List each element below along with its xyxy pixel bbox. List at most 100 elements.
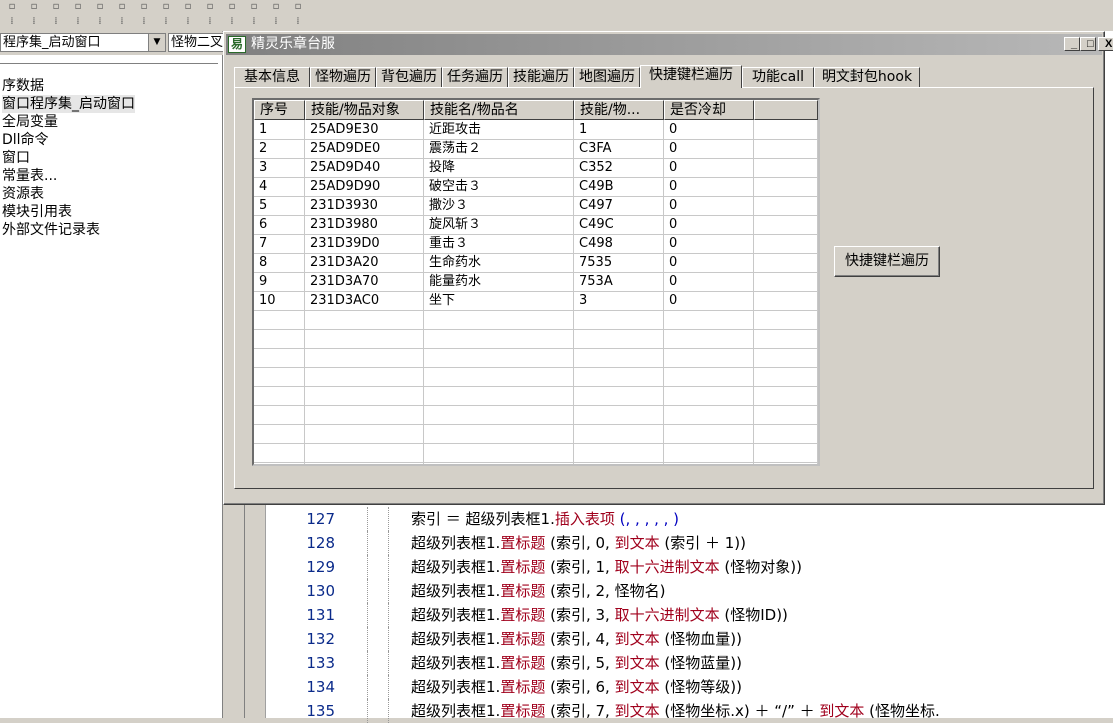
toolbar-icon[interactable]: ⁞ <box>246 16 262 28</box>
code-line[interactable]: 131 超级列表框1.置标题 (索引, 3, 取十六进制文本 (怪物ID)) <box>245 603 1113 627</box>
toolbar-icon[interactable]: ▫ <box>92 1 108 13</box>
tab-3[interactable]: 任务遍历 <box>442 67 508 87</box>
toolbar-icon[interactable]: ▫ <box>70 1 86 13</box>
code-token: 到文本 <box>614 702 660 720</box>
list-header: 序号 技能/物品对象 技能名/物品名 技能/物... 是否冷却 <box>254 100 818 120</box>
indent-guide <box>367 675 368 699</box>
indent-guide <box>388 555 389 579</box>
code-line[interactable]: 128 超级列表框1.置标题 (索引, 0, 到文本 (索引 ＋ 1)) <box>245 531 1113 555</box>
toolbar-icon[interactable]: ⁞ <box>136 16 152 28</box>
column-header[interactable]: 技能/物品对象 <box>305 100 424 120</box>
tree-item[interactable]: 常量表... <box>2 167 57 185</box>
tree-item[interactable]: 序数据 <box>2 77 44 95</box>
tab-2[interactable]: 背包遍历 <box>376 67 442 87</box>
toolbar-icon[interactable]: ⁞ <box>4 16 20 28</box>
toolbar-icon[interactable]: ▫ <box>246 1 262 13</box>
title-bar[interactable]: 易 精灵乐章台服 _ □ X <box>226 34 1113 55</box>
table-cell: 5 <box>259 198 268 213</box>
code-line[interactable]: 135 超级列表框1.置标题 (索引, 7, 到文本 (怪物坐标.x) ＋ “/”… <box>245 699 1113 723</box>
code-line[interactable]: 127 索引 ＝ 超级列表框1.插入表项 (, , , , , ) <box>245 507 1113 531</box>
toolbar-icon[interactable]: ▫ <box>114 1 130 13</box>
code-line[interactable]: 130 超级列表框1.置标题 (索引, 2, 怪物名) <box>245 579 1113 603</box>
indent-guide <box>367 555 368 579</box>
tab-6[interactable]: 快捷键栏遍历 <box>640 65 742 88</box>
table-row[interactable]: 9 231D3A70 能量药水 753A 0 <box>254 273 818 292</box>
toolbar-icon[interactable]: ▫ <box>268 1 284 13</box>
toolbar-icon[interactable]: ⁞ <box>202 16 218 28</box>
tree-item[interactable]: 全局变量 <box>2 113 58 131</box>
table-cell: 231D3A70 <box>310 274 379 289</box>
table-row[interactable]: 4 25AD9D90 破空击３ C49B 0 <box>254 178 818 197</box>
table-cell: 10 <box>259 293 276 308</box>
table-row[interactable]: 10 231D3AC0 坐下 3 0 <box>254 292 818 311</box>
table-cell: 近距攻击 <box>429 122 482 137</box>
subroutine-combo[interactable]: 怪物二叉 <box>168 33 228 52</box>
tree-item[interactable]: Dll命令 <box>2 131 49 149</box>
toolbar-icon[interactable]: ⁞ <box>114 16 130 28</box>
table-row[interactable]: 5 231D3930 撒沙３ C497 0 <box>254 197 818 216</box>
code-text: 超级列表框1.置标题 (索引, 0, 到文本 (索引 ＋ 1)) <box>411 531 746 555</box>
toolbar-icon[interactable]: ⁞ <box>48 16 64 28</box>
code-text: 索引 ＝ 超级列表框1.插入表项 (, , , , , ) <box>411 507 679 531</box>
tab-0[interactable]: 基本信息 <box>234 67 310 87</box>
table-row[interactable]: 1 25AD9E30 近距攻击 1 0 <box>254 121 818 140</box>
column-header[interactable]: 技能名/物品名 <box>424 100 574 120</box>
table-row[interactable]: 2 25AD9DE0 震荡击２ C3FA 0 <box>254 140 818 159</box>
table-cell: 25AD9E30 <box>310 122 379 137</box>
window-title: 精灵乐章台服 <box>251 36 335 52</box>
code-token: 到文本 <box>614 678 660 696</box>
program-tree[interactable]: 序数据 窗口程序集_启动窗口 全局变量 Dll命令 窗口 常量表... 资源表 模块引用表 外部… <box>0 55 223 718</box>
code-line[interactable]: 133 超级列表框1.置标题 (索引, 5, 到文本 (怪物蓝量)) <box>245 651 1113 675</box>
tab-1[interactable]: 怪物遍历 <box>310 67 376 87</box>
toolbar-icon[interactable]: ▫ <box>158 1 174 13</box>
code-line[interactable]: 134 超级列表框1.置标题 (索引, 6, 到文本 (怪物等级)) <box>245 675 1113 699</box>
table-row[interactable]: 8 231D3A20 生命药水 7535 0 <box>254 254 818 273</box>
toolbar-icon[interactable]: ▫ <box>136 1 152 13</box>
toolbar-icon[interactable]: ⁞ <box>268 16 284 28</box>
toolbar-icon[interactable]: ⁞ <box>224 16 240 28</box>
column-header[interactable]: 技能/物... <box>574 100 664 120</box>
toolbar-icon[interactable]: ⁞ <box>26 16 42 28</box>
indent-guide <box>388 651 389 675</box>
column-header[interactable]: 序号 <box>254 100 305 120</box>
tab-4[interactable]: 技能遍历 <box>508 67 574 87</box>
tab-7[interactable]: 功能call <box>742 67 814 87</box>
toolbar-icon[interactable]: ▫ <box>290 1 306 13</box>
toolbar-icon[interactable]: ▫ <box>180 1 196 13</box>
code-editor[interactable]: 127 索引 ＝ 超级列表框1.插入表项 (, , , , , ) 128 超级列表框… <box>244 505 1113 723</box>
grid-line <box>254 462 818 463</box>
table-row[interactable]: 6 231D3980 旋风斩３ C49C 0 <box>254 216 818 235</box>
table-row[interactable]: 3 25AD9D40 投降 C352 0 <box>254 159 818 178</box>
maximize-button[interactable]: □ <box>1080 37 1096 51</box>
toolbar-icon[interactable]: ▫ <box>202 1 218 13</box>
skill-item-list[interactable]: 序号 技能/物品对象 技能名/物品名 技能/物... 是否冷却 1 25AD9E30 近距攻… <box>252 98 820 466</box>
tree-item[interactable]: 窗口程序集_启动窗口 <box>2 95 135 113</box>
toolbar-icon[interactable]: ▫ <box>48 1 64 13</box>
column-header[interactable]: 是否冷却 <box>664 100 754 120</box>
table-row[interactable]: 7 231D39D0 重击３ C498 0 <box>254 235 818 254</box>
tree-item[interactable]: 模块引用表 <box>2 203 72 221</box>
code-line[interactable]: 132 超级列表框1.置标题 (索引, 4, 到文本 (怪物血量)) <box>245 627 1113 651</box>
toolbar-icon[interactable]: ⁞ <box>92 16 108 28</box>
toolbar-icon[interactable]: ▫ <box>26 1 42 13</box>
tree-item[interactable]: 外部文件记录表 <box>2 221 100 239</box>
chevron-down-icon[interactable]: ▼ <box>148 34 165 51</box>
toolbar-icon[interactable]: ⁞ <box>180 16 196 28</box>
tree-item[interactable]: 窗口 <box>2 149 30 167</box>
assembly-combo[interactable]: 程序集_启动窗口 ▼ <box>0 33 166 52</box>
table-cell: C498 <box>579 236 613 251</box>
minimize-button[interactable]: _ <box>1064 37 1080 51</box>
toolbar-icon[interactable]: ▫ <box>4 1 20 13</box>
toolbar-icon[interactable]: ⁞ <box>70 16 86 28</box>
tree-item[interactable]: 资源表 <box>2 185 44 203</box>
code-line[interactable]: 129 超级列表框1.置标题 (索引, 1, 取十六进制文本 (怪物对象)) <box>245 555 1113 579</box>
hotkey-bar-traverse-button[interactable]: 快捷键栏遍历 <box>834 246 940 277</box>
close-button[interactable]: X <box>1098 37 1113 51</box>
tab-5[interactable]: 地图遍历 <box>574 67 640 87</box>
tree-splitter[interactable] <box>0 63 218 68</box>
toolbar-icon[interactable]: ⁞ <box>158 16 174 28</box>
table-cell: 0 <box>669 122 678 137</box>
toolbar-icon[interactable]: ⁞ <box>290 16 306 28</box>
toolbar-icon[interactable]: ▫ <box>224 1 240 13</box>
tab-8[interactable]: 明文封包hook <box>814 67 920 87</box>
